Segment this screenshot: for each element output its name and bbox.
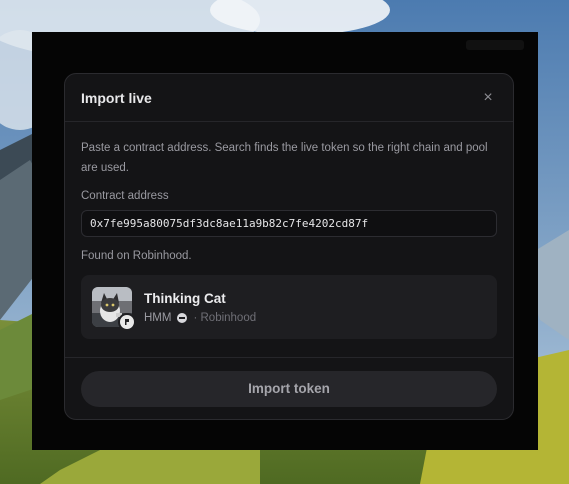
token-info: Thinking Cat HMM · Robinhood: [144, 291, 256, 324]
token-symbol: HMM: [144, 311, 172, 324]
dialog-body: Paste a contract address. Search finds t…: [65, 122, 513, 339]
dialog-description: Paste a contract address. Search finds t…: [81, 142, 488, 174]
close-icon[interactable]: ×: [479, 89, 497, 107]
dialog-header: Import live ×: [65, 74, 513, 122]
import-live-dialog: Import live × Paste a contract address. …: [64, 73, 514, 420]
token-avatar: [92, 287, 136, 331]
token-name: Thinking Cat: [144, 290, 226, 306]
token-result-card[interactable]: Thinking Cat HMM · Robinhood: [81, 275, 497, 339]
import-token-button[interactable]: Import token: [81, 370, 497, 407]
chain-badge-icon: [118, 313, 136, 331]
token-meta: HMM · Robinhood: [144, 312, 256, 324]
header-placeholder: [466, 40, 524, 50]
contract-address-label: Contract address: [81, 190, 169, 202]
found-status-text: Found on Robinhood.: [81, 250, 192, 262]
dialog-title: Import live: [81, 89, 152, 106]
contract-address-input[interactable]: [81, 210, 497, 237]
robinhood-chain-icon: [177, 312, 188, 323]
dialog-footer: Import token: [65, 357, 513, 419]
token-chain: · Robinhood: [193, 311, 257, 324]
